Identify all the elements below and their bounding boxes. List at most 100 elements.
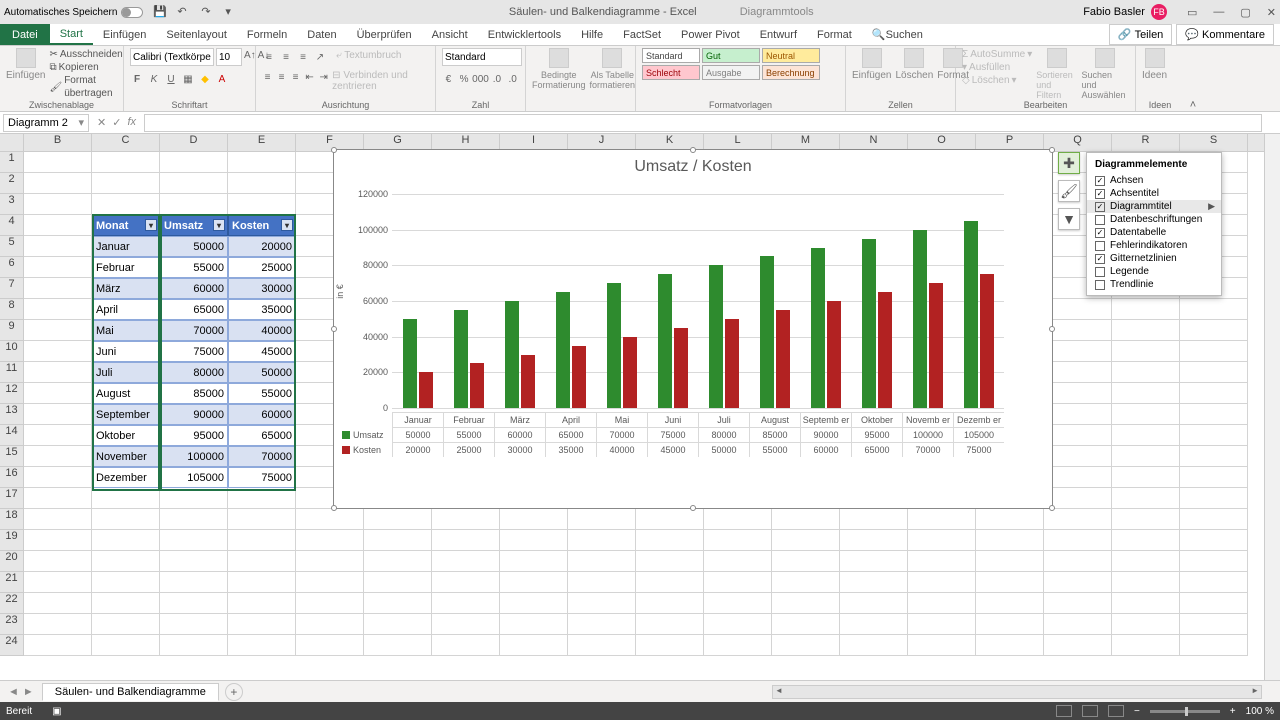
ribbon-opts-icon[interactable]: ▭ [1187,6,1197,19]
cell[interactable] [772,593,840,614]
cell[interactable] [24,320,92,341]
cell[interactable] [908,614,976,635]
cell[interactable] [364,614,432,635]
chart-elements-button[interactable]: ✚ [1058,152,1080,174]
cell[interactable]: 90000 [160,404,228,425]
cell[interactable] [1044,614,1112,635]
chart-filters-button[interactable]: ▼ [1058,208,1080,230]
cell[interactable] [92,593,160,614]
cond-format-button[interactable]: Bedingte Formatierung [532,48,586,111]
cell[interactable] [364,593,432,614]
ribbon-tab-entwicklertools[interactable]: Entwicklertools [478,24,571,45]
cell[interactable] [228,488,296,509]
ribbon-tab-einfügen[interactable]: Einfügen [93,24,156,45]
cell[interactable] [1180,362,1248,383]
cell[interactable] [24,299,92,320]
cell[interactable] [228,173,296,194]
cell[interactable] [24,551,92,572]
cell[interactable] [636,635,704,656]
bar[interactable] [776,310,790,408]
cell[interactable] [1112,488,1180,509]
cell[interactable] [772,551,840,572]
row-header[interactable]: 3 [0,194,24,215]
cell[interactable] [1112,635,1180,656]
cell[interactable] [296,530,364,551]
orientation-icon[interactable]: ↗ [313,50,327,64]
cell[interactable] [568,551,636,572]
maximize-icon[interactable]: ▢ [1240,6,1250,19]
cell[interactable] [704,635,772,656]
resize-handle[interactable] [331,326,337,332]
cell[interactable] [1044,383,1112,404]
cell[interactable] [432,614,500,635]
indent-inc-icon[interactable]: ⇥ [318,70,329,84]
qat-dropdown-icon[interactable]: ▾ [225,5,239,19]
cell[interactable] [228,572,296,593]
resize-handle[interactable] [331,147,337,153]
comments-button[interactable]: 💬 Kommentare [1176,24,1274,45]
chart-element-item[interactable]: ✓Diagrammtitel▶ [1087,200,1221,213]
style-bad[interactable]: Schlecht [642,65,700,80]
share-button[interactable]: 🔗 Teilen [1109,24,1172,45]
row-header[interactable]: 20 [0,551,24,572]
cell[interactable]: 100000 [160,446,228,467]
cell[interactable]: 70000 [160,320,228,341]
fill-button[interactable]: ▾ Ausfüllen [962,61,1032,74]
cell[interactable] [24,173,92,194]
add-sheet-button[interactable]: + [225,683,243,701]
chart-object[interactable]: Umsatz / Kosten in € 0200004000060000800… [333,149,1053,509]
cell[interactable] [500,572,568,593]
cell[interactable] [1112,383,1180,404]
col-header[interactable]: C [92,134,160,151]
row-header[interactable]: 12 [0,383,24,404]
cell[interactable] [1044,509,1112,530]
cell[interactable] [92,530,160,551]
cell[interactable] [24,236,92,257]
resize-handle[interactable] [1049,505,1055,511]
cell[interactable] [840,614,908,635]
cell[interactable] [228,551,296,572]
cell[interactable] [24,488,92,509]
bar-group[interactable] [851,194,902,408]
cell[interactable] [364,572,432,593]
bar[interactable] [607,283,621,408]
cell[interactable]: August [92,383,160,404]
cell[interactable]: Monat▾ [92,215,160,236]
cell[interactable] [228,530,296,551]
cell[interactable]: März [92,278,160,299]
cell[interactable] [704,614,772,635]
cell[interactable] [500,509,568,530]
chart-element-item[interactable]: ✓Gitternetzlinien [1087,252,1221,265]
cell[interactable]: 65000 [228,425,296,446]
ribbon-tab-format[interactable]: Format [807,24,862,45]
font-size-input[interactable] [216,48,242,66]
chevron-right-icon[interactable]: ▶ [1208,201,1215,212]
zoom-level[interactable]: 100 % [1246,706,1274,717]
cell[interactable] [24,572,92,593]
worksheet-grid[interactable]: BCDEFGHIJKLMNOPQRS 1234Monat▾Umsatz▾Kost… [0,134,1280,680]
cell[interactable] [160,572,228,593]
bar[interactable] [913,230,927,408]
cell[interactable] [92,509,160,530]
save-icon[interactable]: 💾 [153,5,167,19]
cell[interactable] [568,593,636,614]
align-left-icon[interactable]: ≡ [262,70,273,84]
name-box[interactable]: Diagramm 2 [3,114,89,132]
cell[interactable] [364,530,432,551]
resize-handle[interactable] [690,505,696,511]
ribbon-tab-hilfe[interactable]: Hilfe [571,24,613,45]
vertical-scrollbar[interactable] [1264,134,1280,680]
cell[interactable] [24,194,92,215]
style-neutral[interactable]: Neutral [762,48,820,63]
cancel-fx-icon[interactable]: ✕ [97,116,106,129]
cell[interactable] [24,635,92,656]
bar-group[interactable] [647,194,698,408]
filter-dropdown-icon[interactable]: ▾ [145,219,157,231]
cell[interactable] [908,551,976,572]
row-header[interactable]: 8 [0,299,24,320]
cell[interactable] [24,404,92,425]
align-bot-icon[interactable]: ≡ [296,50,310,64]
cell[interactable]: 55000 [228,383,296,404]
ribbon-tab-power pivot[interactable]: Power Pivot [671,24,750,45]
checkbox-icon[interactable] [1095,215,1105,225]
